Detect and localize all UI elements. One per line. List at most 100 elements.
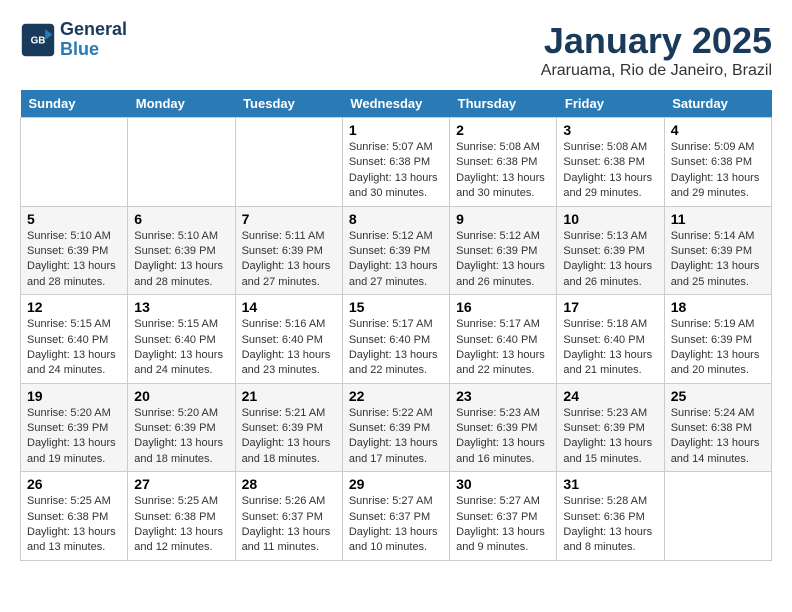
day-info: Sunrise: 5:25 AMSunset: 6:38 PMDaylight:…	[27, 494, 121, 556]
calendar-cell: 31 Sunrise: 5:28 AMSunset: 6:36 PMDayligh…	[557, 472, 664, 561]
day-number: 8	[349, 211, 443, 227]
calendar-cell: 12 Sunrise: 5:15 AMSunset: 6:40 PMDayligh…	[21, 295, 128, 384]
day-number: 4	[671, 122, 765, 138]
day-number: 18	[671, 299, 765, 315]
page-header: GB General Blue January 2025 Araruama, R…	[20, 20, 772, 80]
day-info: Sunrise: 5:13 AMSunset: 6:39 PMDaylight:…	[563, 229, 657, 291]
week-row-3: 12 Sunrise: 5:15 AMSunset: 6:40 PMDayligh…	[21, 295, 772, 384]
calendar-cell: 17Sunrise: 5:18 AMSunset: 6:40 PMDayligh…	[557, 295, 664, 384]
logo-line1: General	[60, 19, 127, 39]
calendar-cell: 7 Sunrise: 5:11 AMSunset: 6:39 PMDaylight…	[235, 206, 342, 295]
location: Araruama, Rio de Janeiro, Brazil	[541, 62, 772, 80]
day-info: Sunrise: 5:10 AMSunset: 6:39 PMDaylight:…	[27, 229, 121, 291]
weekday-header-tuesday: Tuesday	[235, 90, 342, 118]
calendar-cell: 9 Sunrise: 5:12 AMSunset: 6:39 PMDaylight…	[450, 206, 557, 295]
day-info: Sunrise: 5:25 AMSunset: 6:38 PMDaylight:…	[134, 494, 228, 556]
day-info: Sunrise: 5:17 AMSunset: 6:40 PMDaylight:…	[456, 317, 550, 379]
day-info: Sunrise: 5:20 AMSunset: 6:39 PMDaylight:…	[134, 406, 228, 468]
day-info: Sunrise: 5:12 AMSunset: 6:39 PMDaylight:…	[349, 229, 443, 291]
calendar-cell: 18Sunrise: 5:19 AMSunset: 6:39 PMDayligh…	[664, 295, 771, 384]
calendar-cell: 23Sunrise: 5:23 AMSunset: 6:39 PMDayligh…	[450, 383, 557, 472]
weekday-header-wednesday: Wednesday	[342, 90, 449, 118]
day-info: Sunrise: 5:09 AMSunset: 6:38 PMDaylight:…	[671, 140, 765, 202]
day-info: Sunrise: 5:08 AMSunset: 6:38 PMDaylight:…	[563, 140, 657, 202]
weekday-header-monday: Monday	[128, 90, 235, 118]
day-info: Sunrise: 5:23 AMSunset: 6:39 PMDaylight:…	[456, 406, 550, 468]
logo-text: General Blue	[60, 20, 127, 60]
calendar-cell: 10 Sunrise: 5:13 AMSunset: 6:39 PMDayligh…	[557, 206, 664, 295]
calendar-cell: 16 Sunrise: 5:17 AMSunset: 6:40 PMDayligh…	[450, 295, 557, 384]
calendar-cell: 11 Sunrise: 5:14 AMSunset: 6:39 PMDayligh…	[664, 206, 771, 295]
day-number: 12	[27, 299, 121, 315]
weekday-header-sunday: Sunday	[21, 90, 128, 118]
logo: GB General Blue	[20, 20, 127, 60]
day-number: 31	[563, 476, 657, 492]
title-block: January 2025 Araruama, Rio de Janeiro, B…	[541, 20, 772, 80]
calendar-cell: 29 Sunrise: 5:27 AMSunset: 6:37 PMDayligh…	[342, 472, 449, 561]
day-info: Sunrise: 5:27 AMSunset: 6:37 PMDaylight:…	[349, 494, 443, 556]
day-number: 25	[671, 388, 765, 404]
calendar-table: SundayMondayTuesdayWednesdayThursdayFrid…	[20, 90, 772, 561]
day-info: Sunrise: 5:15 AMSunset: 6:40 PMDaylight:…	[134, 317, 228, 379]
day-info: Sunrise: 5:14 AMSunset: 6:39 PMDaylight:…	[671, 229, 765, 291]
day-info: Sunrise: 5:15 AMSunset: 6:40 PMDaylight:…	[27, 317, 121, 379]
day-number: 9	[456, 211, 550, 227]
day-number: 26	[27, 476, 121, 492]
logo-line2: Blue	[60, 39, 99, 59]
calendar-cell: 24Sunrise: 5:23 AMSunset: 6:39 PMDayligh…	[557, 383, 664, 472]
calendar-cell: 6 Sunrise: 5:10 AMSunset: 6:39 PMDaylight…	[128, 206, 235, 295]
day-info: Sunrise: 5:12 AMSunset: 6:39 PMDaylight:…	[456, 229, 550, 291]
day-number: 2	[456, 122, 550, 138]
day-info: Sunrise: 5:26 AMSunset: 6:37 PMDaylight:…	[242, 494, 336, 556]
weekday-header-friday: Friday	[557, 90, 664, 118]
day-info: Sunrise: 5:27 AMSunset: 6:37 PMDaylight:…	[456, 494, 550, 556]
calendar-cell	[235, 118, 342, 207]
calendar-cell: 20 Sunrise: 5:20 AMSunset: 6:39 PMDayligh…	[128, 383, 235, 472]
day-number: 29	[349, 476, 443, 492]
calendar-cell: 3 Sunrise: 5:08 AMSunset: 6:38 PMDaylight…	[557, 118, 664, 207]
day-number: 3	[563, 122, 657, 138]
week-row-4: 19 Sunrise: 5:20 AMSunset: 6:39 PMDayligh…	[21, 383, 772, 472]
day-number: 16	[456, 299, 550, 315]
day-number: 7	[242, 211, 336, 227]
logo-icon: GB	[20, 22, 56, 58]
svg-text:GB: GB	[31, 35, 46, 46]
calendar-cell: 21 Sunrise: 5:21 AMSunset: 6:39 PMDayligh…	[235, 383, 342, 472]
calendar-cell: 2 Sunrise: 5:08 AMSunset: 6:38 PMDaylight…	[450, 118, 557, 207]
calendar-cell: 8 Sunrise: 5:12 AMSunset: 6:39 PMDaylight…	[342, 206, 449, 295]
day-info: Sunrise: 5:11 AMSunset: 6:39 PMDaylight:…	[242, 229, 336, 291]
calendar-cell: 27 Sunrise: 5:25 AMSunset: 6:38 PMDayligh…	[128, 472, 235, 561]
day-info: Sunrise: 5:08 AMSunset: 6:38 PMDaylight:…	[456, 140, 550, 202]
week-row-1: 1Sunrise: 5:07 AMSunset: 6:38 PMDaylight…	[21, 118, 772, 207]
day-info: Sunrise: 5:21 AMSunset: 6:39 PMDaylight:…	[242, 406, 336, 468]
day-info: Sunrise: 5:07 AMSunset: 6:38 PMDaylight:…	[349, 140, 443, 202]
calendar-cell: 5 Sunrise: 5:10 AMSunset: 6:39 PMDaylight…	[21, 206, 128, 295]
day-number: 13	[134, 299, 228, 315]
week-row-2: 5 Sunrise: 5:10 AMSunset: 6:39 PMDaylight…	[21, 206, 772, 295]
calendar-cell: 30Sunrise: 5:27 AMSunset: 6:37 PMDayligh…	[450, 472, 557, 561]
day-number: 21	[242, 388, 336, 404]
day-number: 19	[27, 388, 121, 404]
calendar-cell: 19Sunrise: 5:20 AMSunset: 6:39 PMDayligh…	[21, 383, 128, 472]
weekday-header-saturday: Saturday	[664, 90, 771, 118]
calendar-cell: 15Sunrise: 5:17 AMSunset: 6:40 PMDayligh…	[342, 295, 449, 384]
calendar-cell: 13 Sunrise: 5:15 AMSunset: 6:40 PMDayligh…	[128, 295, 235, 384]
day-info: Sunrise: 5:28 AMSunset: 6:36 PMDaylight:…	[563, 494, 657, 556]
calendar-cell: 28 Sunrise: 5:26 AMSunset: 6:37 PMDayligh…	[235, 472, 342, 561]
day-info: Sunrise: 5:10 AMSunset: 6:39 PMDaylight:…	[134, 229, 228, 291]
day-info: Sunrise: 5:18 AMSunset: 6:40 PMDaylight:…	[563, 317, 657, 379]
day-number: 5	[27, 211, 121, 227]
calendar-cell: 4 Sunrise: 5:09 AMSunset: 6:38 PMDaylight…	[664, 118, 771, 207]
day-number: 28	[242, 476, 336, 492]
day-info: Sunrise: 5:22 AMSunset: 6:39 PMDaylight:…	[349, 406, 443, 468]
day-info: Sunrise: 5:16 AMSunset: 6:40 PMDaylight:…	[242, 317, 336, 379]
day-number: 11	[671, 211, 765, 227]
day-number: 27	[134, 476, 228, 492]
calendar-cell: 22Sunrise: 5:22 AMSunset: 6:39 PMDayligh…	[342, 383, 449, 472]
month-title: January 2025	[541, 20, 772, 62]
day-number: 10	[563, 211, 657, 227]
day-number: 20	[134, 388, 228, 404]
calendar-cell	[664, 472, 771, 561]
day-number: 6	[134, 211, 228, 227]
day-number: 24	[563, 388, 657, 404]
